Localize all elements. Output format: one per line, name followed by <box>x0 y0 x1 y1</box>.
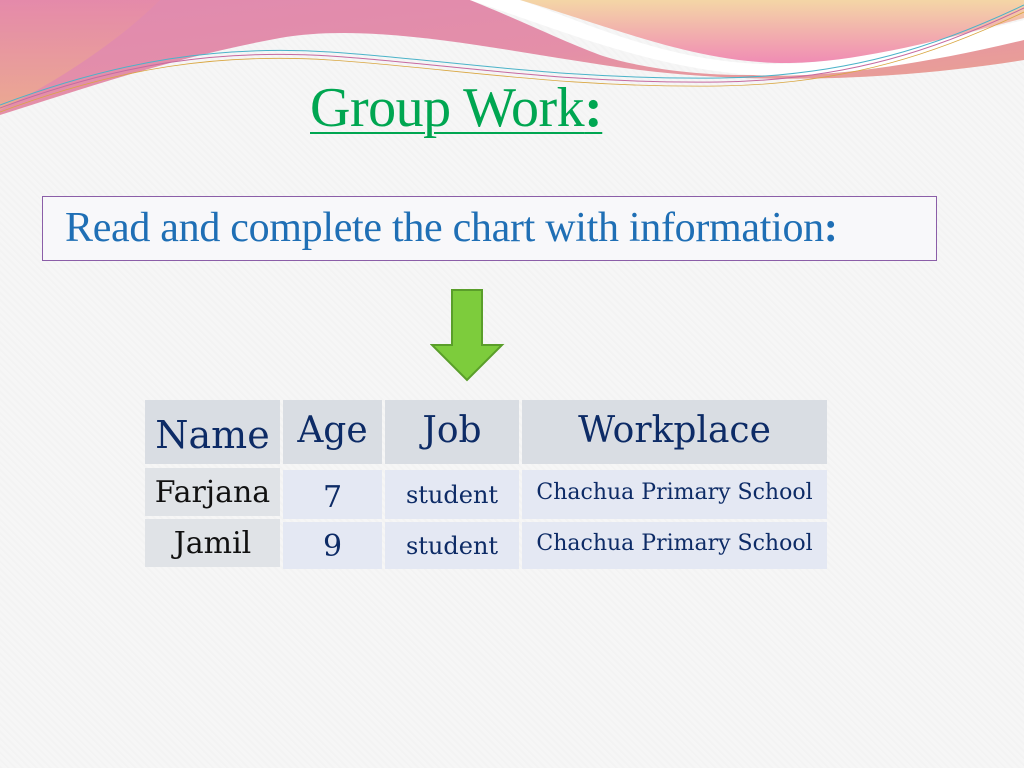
row-2-name: Jamil <box>145 519 280 567</box>
row-1-age: 7 <box>283 470 382 519</box>
instruction-box: Read and complete the chart with informa… <box>42 196 937 261</box>
row-2-age: 9 <box>283 522 382 569</box>
row-1-job: student <box>385 470 519 519</box>
slide-title-colon: : <box>584 77 603 139</box>
slide-title: Group Work: <box>310 77 603 139</box>
slide-title-text: Group Work <box>310 77 585 139</box>
header-name: Name <box>145 400 280 464</box>
instruction-colon: : <box>823 205 838 251</box>
arrow-down-icon <box>430 289 505 382</box>
instruction-text: Read and complete the chart with informa… <box>65 207 838 249</box>
instruction-label: Read and complete the chart with informa… <box>65 205 824 251</box>
row-2-workplace: Chachua Primary School <box>522 522 827 569</box>
header-job: Job <box>385 400 519 464</box>
row-1-name: Farjana <box>145 468 280 516</box>
header-workplace: Workplace <box>522 400 827 464</box>
row-2-job: student <box>385 522 519 569</box>
row-1-workplace: Chachua Primary School <box>522 470 827 519</box>
header-age: Age <box>283 400 382 464</box>
